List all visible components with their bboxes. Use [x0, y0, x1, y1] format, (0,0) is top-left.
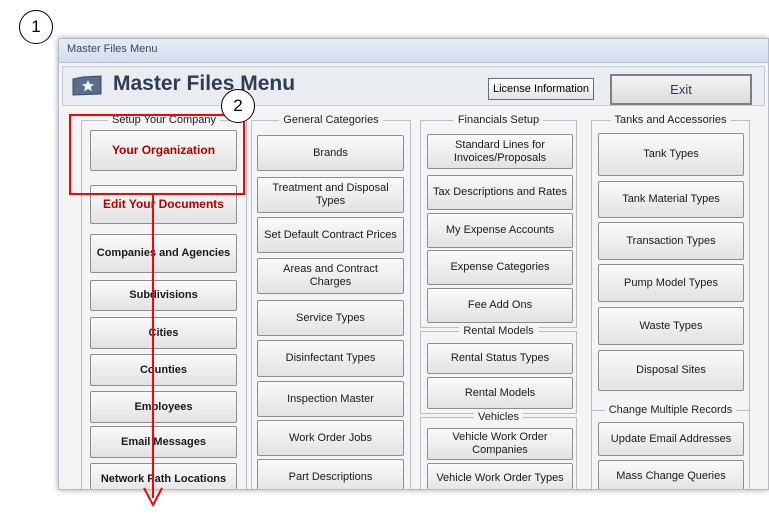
callout-2: 2 [221, 89, 255, 123]
callout-1: 1 [19, 10, 53, 44]
down-arrow-icon [143, 195, 163, 508]
